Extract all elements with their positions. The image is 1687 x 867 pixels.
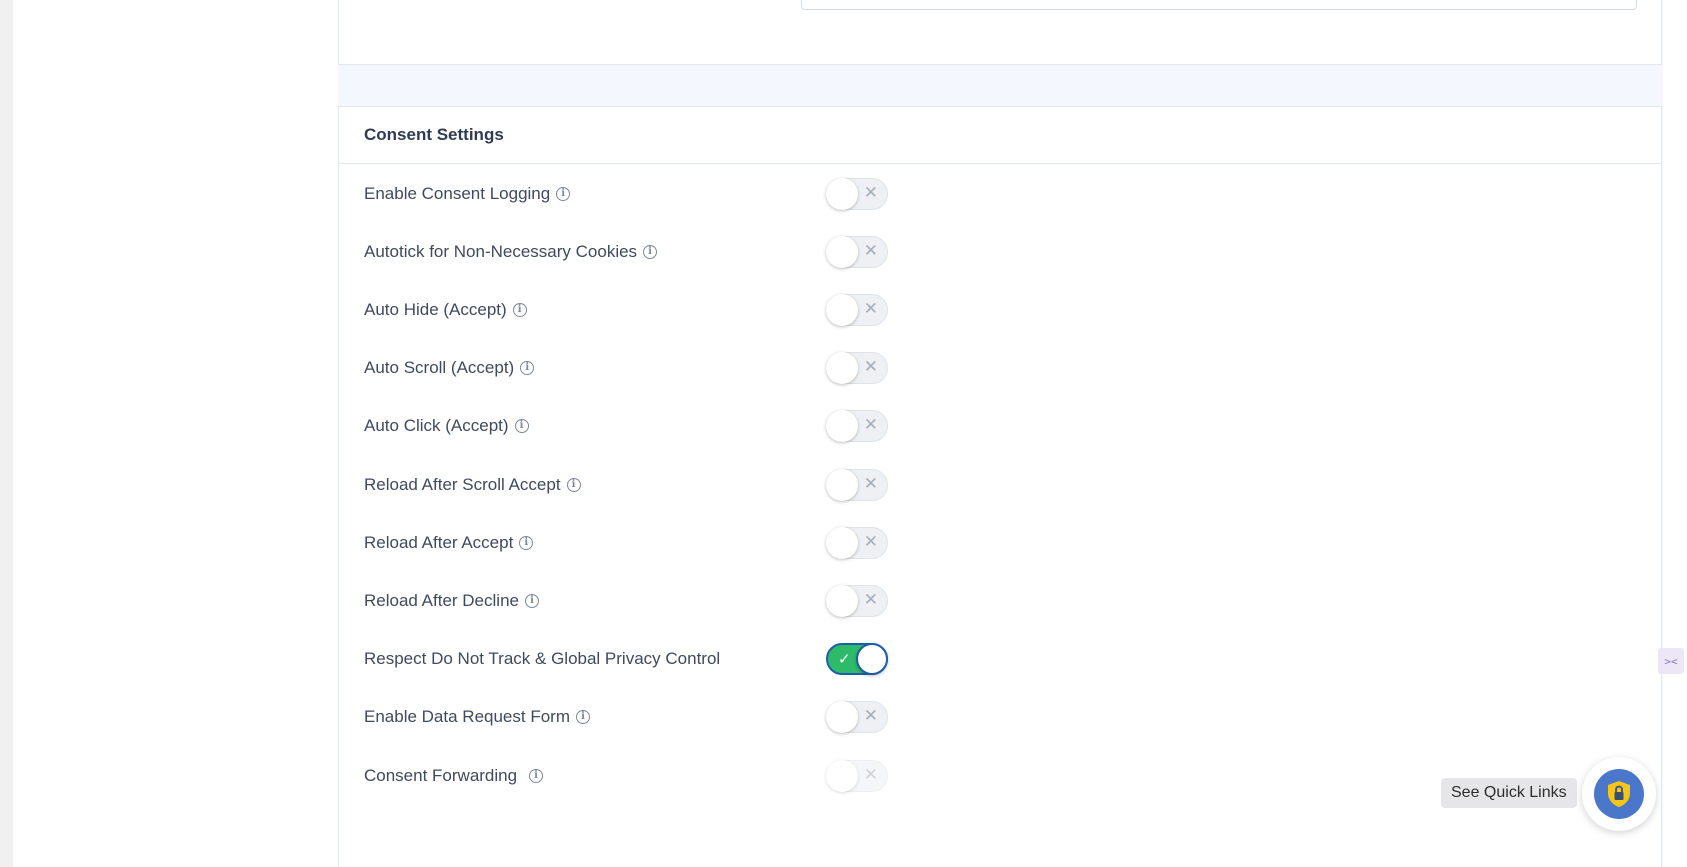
setting-label: Enable Consent Logging i bbox=[364, 184, 571, 204]
x-icon: ✕ bbox=[863, 299, 878, 319]
setting-label: Respect Do Not Track & Global Privacy Co… bbox=[364, 649, 720, 669]
info-icon[interactable]: i bbox=[514, 419, 529, 433]
x-icon: ✕ bbox=[863, 357, 878, 377]
setting-row: Enable Data Request Form i ✕ bbox=[364, 699, 1164, 735]
setting-row: Auto Scroll (Accept) i ✕ bbox=[364, 350, 1164, 386]
info-icon[interactable]: i bbox=[512, 303, 527, 317]
setting-row: Enable Consent Logging i ✕ bbox=[364, 176, 1164, 212]
setting-row: Respect Do Not Track & Global Privacy Co… bbox=[364, 641, 1164, 677]
setting-label: Auto Click (Accept) i bbox=[364, 416, 529, 436]
info-icon[interactable]: i bbox=[519, 536, 534, 550]
setting-label: Reload After Scroll Accept i bbox=[364, 475, 581, 495]
info-icon[interactable]: i bbox=[520, 361, 535, 375]
info-icon[interactable]: i bbox=[643, 245, 658, 259]
info-icon[interactable]: i bbox=[556, 187, 571, 201]
quick-links-button[interactable] bbox=[1582, 757, 1656, 831]
setting-label-text: Respect Do Not Track & Global Privacy Co… bbox=[364, 649, 721, 668]
setting-label-text: Auto Hide (Accept) bbox=[364, 300, 507, 319]
toggle-switch[interactable]: ✕ bbox=[826, 760, 888, 792]
setting-label: Reload After Accept i bbox=[364, 533, 534, 553]
toggle-switch[interactable]: ✕ bbox=[826, 236, 888, 268]
x-icon: ✕ bbox=[863, 765, 878, 785]
previous-settings-card bbox=[338, 0, 1662, 65]
setting-label-text: Autotick for Non-Necessary Cookies bbox=[364, 242, 638, 261]
toggle-knob bbox=[826, 178, 858, 210]
right-gutter bbox=[1663, 0, 1687, 867]
toggle-switch[interactable]: ✕ bbox=[826, 585, 888, 617]
setting-label-text: Consent Forwarding bbox=[364, 766, 518, 785]
x-icon: ✕ bbox=[863, 183, 878, 203]
lock-shield-icon bbox=[1594, 769, 1644, 819]
previous-field-input[interactable] bbox=[801, 0, 1637, 10]
setting-label: Enable Data Request Form i bbox=[364, 707, 590, 727]
toggle-switch[interactable]: ✕ bbox=[826, 469, 888, 501]
check-icon: ✓ bbox=[838, 650, 851, 668]
toggle-knob bbox=[856, 643, 888, 675]
x-icon: ✕ bbox=[863, 706, 878, 726]
admin-sidebar-area bbox=[13, 0, 338, 867]
setting-label: Auto Scroll (Accept) i bbox=[364, 358, 535, 378]
info-icon[interactable]: i bbox=[529, 769, 544, 783]
section-title: Consent Settings bbox=[364, 125, 504, 144]
toggle-knob bbox=[826, 760, 858, 792]
toggle-switch[interactable]: ✕ bbox=[826, 352, 888, 384]
setting-row: Reload After Accept i ✕ bbox=[364, 525, 1164, 561]
see-quick-links-label[interactable]: See Quick Links bbox=[1441, 778, 1577, 808]
setting-row: Auto Hide (Accept) i ✕ bbox=[364, 292, 1164, 328]
setting-row: Reload After Decline i ✕ bbox=[364, 583, 1164, 619]
x-icon: ✕ bbox=[863, 474, 878, 494]
setting-label-text: Reload After Accept bbox=[364, 533, 514, 552]
x-icon: ✕ bbox=[863, 532, 878, 552]
toggle-knob bbox=[826, 527, 858, 559]
collapse-tab-icon[interactable]: >< bbox=[1658, 648, 1684, 674]
toggle-switch[interactable]: ✕ bbox=[826, 410, 888, 442]
setting-label-text: Enable Consent Logging bbox=[364, 184, 551, 203]
toggle-knob bbox=[826, 410, 858, 442]
setting-label: Reload After Decline i bbox=[364, 591, 539, 611]
toggle-switch[interactable]: ✕ bbox=[826, 294, 888, 326]
card-header: Consent Settings bbox=[339, 107, 1661, 164]
setting-label: Autotick for Non-Necessary Cookies i bbox=[364, 242, 658, 262]
consent-settings-card: Consent Settings Enable Consent Logging i… bbox=[338, 106, 1662, 867]
toggle-knob bbox=[826, 469, 858, 501]
setting-row: Consent Forwarding i ✕ bbox=[364, 758, 1164, 794]
settings-main: Consent Settings Enable Consent Logging i… bbox=[338, 0, 1663, 867]
x-icon: ✕ bbox=[863, 241, 878, 261]
toggle-switch[interactable]: ✕ bbox=[826, 701, 888, 733]
setting-row: Reload After Scroll Accept i ✕ bbox=[364, 467, 1164, 503]
setting-label: Consent Forwarding i bbox=[364, 766, 544, 786]
toggle-switch[interactable]: ✓ bbox=[826, 643, 888, 675]
setting-label-text: Auto Scroll (Accept) bbox=[364, 358, 515, 377]
toggle-knob bbox=[826, 236, 858, 268]
info-icon[interactable]: i bbox=[566, 478, 581, 492]
setting-label: Auto Hide (Accept) i bbox=[364, 300, 527, 320]
toggle-knob bbox=[826, 352, 858, 384]
toggle-switch[interactable]: ✕ bbox=[826, 178, 888, 210]
setting-row: Auto Click (Accept) i ✕ bbox=[364, 408, 1164, 444]
x-icon: ✕ bbox=[863, 415, 878, 435]
info-icon[interactable]: i bbox=[576, 710, 590, 724]
setting-row: Autotick for Non-Necessary Cookies i ✕ bbox=[364, 234, 1164, 270]
toggle-knob bbox=[826, 701, 858, 733]
setting-label-text: Enable Data Request Form bbox=[364, 707, 570, 726]
setting-label-text: Reload After Scroll Accept bbox=[364, 475, 561, 494]
left-gutter bbox=[0, 0, 13, 867]
toggle-knob bbox=[826, 585, 858, 617]
toggle-switch[interactable]: ✕ bbox=[826, 527, 888, 559]
x-icon: ✕ bbox=[863, 590, 878, 610]
setting-label-text: Auto Click (Accept) bbox=[364, 416, 509, 435]
toggle-knob bbox=[826, 294, 858, 326]
setting-label-text: Reload After Decline bbox=[364, 591, 519, 610]
info-icon[interactable]: i bbox=[524, 594, 539, 608]
